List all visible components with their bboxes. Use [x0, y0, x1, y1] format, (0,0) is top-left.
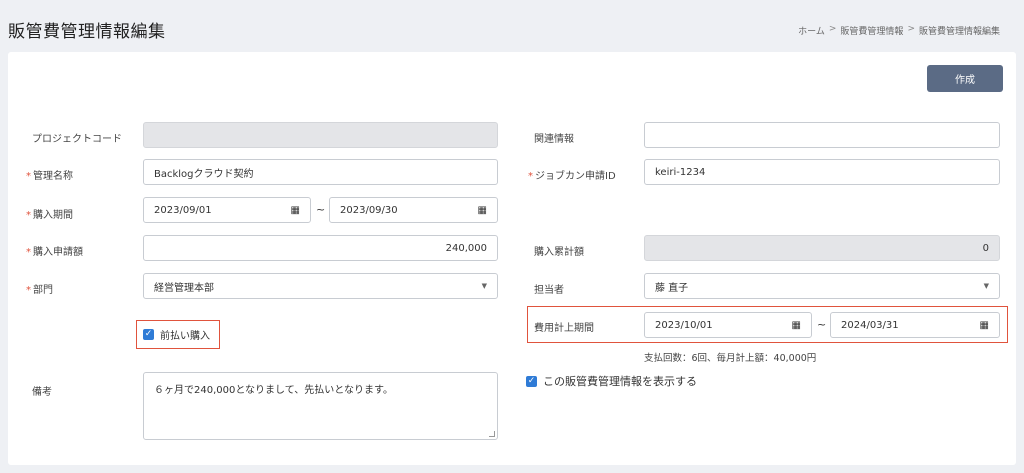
remarks-label: 備考 — [32, 387, 52, 398]
breadcrumb-current: 販管費管理情報編集 — [918, 27, 1000, 37]
breadcrumb-home[interactable]: ホーム — [798, 24, 825, 37]
chevron-down-icon: ▼ — [481, 282, 487, 290]
breadcrumb-list[interactable]: 販管費管理情報 — [840, 24, 903, 37]
purchase-amount-label: * 購入申請額 — [26, 247, 83, 258]
calendar-icon[interactable]: ▦ — [291, 205, 300, 216]
purchase-period-label: * 購入期間 — [26, 210, 73, 221]
period-tilde: ~ — [316, 203, 326, 216]
purchase-start-date-input[interactable]: 2023/09/01 ▦ — [143, 197, 311, 223]
expense-start-date-input[interactable]: 2023/10/01 ▦ — [644, 312, 812, 338]
checkbox-checked-icon[interactable]: ✓ — [526, 375, 537, 387]
show-toggle-checkbox[interactable]: ✓ この販管費管理情報を表示する — [526, 373, 697, 389]
project-code-label: プロジェクトコード — [32, 134, 122, 145]
calendar-icon[interactable]: ▦ — [478, 205, 487, 216]
related-info-label: 関連情報 — [534, 134, 574, 145]
calendar-icon[interactable]: ▦ — [792, 320, 801, 331]
jobcan-id-label: * ジョブカン申請ID — [528, 171, 616, 182]
jobcan-id-input[interactable]: keiri-1234 — [644, 159, 1000, 185]
purchase-amount-input[interactable]: 240,000 — [143, 235, 498, 261]
breadcrumb-separator: > — [907, 24, 915, 34]
period-tilde: ~ — [817, 318, 827, 331]
management-name-label: * 管理名称 — [26, 171, 73, 182]
show-toggle-label: この販管費管理情報を表示する — [543, 375, 697, 388]
purchase-total-label: 購入累計額 — [534, 247, 584, 258]
remarks-text: ６ヶ月で240,000となりまして、先払いとなります。 — [154, 385, 393, 396]
prepaid-checkbox[interactable]: ✓ 前払い購入 — [136, 320, 220, 349]
remarks-textarea[interactable]: ６ヶ月で240,000となりまして、先払いとなります。 — [143, 372, 498, 440]
prepaid-label: 前払い購入 — [160, 331, 210, 342]
page-header: 販管費管理情報編集 ホーム > 販管費管理情報 > 販管費管理情報編集 — [0, 0, 1024, 52]
expense-end-date-input[interactable]: 2024/03/31 ▦ — [830, 312, 1000, 338]
management-name-input[interactable]: Backlogクラウド契約 — [143, 159, 498, 185]
expense-period-label: 費用計上期間 — [534, 323, 594, 334]
page-title: 販管費管理情報編集 — [8, 22, 166, 42]
purchase-total-field: 0 — [644, 235, 1000, 261]
payment-note: 支払回数：6回、毎月計上額：40,000円 — [644, 353, 817, 364]
related-info-input[interactable] — [644, 122, 1000, 148]
breadcrumb: ホーム > 販管費管理情報 > 販管費管理情報編集 — [798, 24, 1000, 37]
department-select[interactable]: 経営管理本部 ▼ — [143, 273, 498, 299]
project-code-field — [143, 122, 498, 148]
person-select[interactable]: 藤 直子 ▼ — [644, 273, 1000, 299]
create-button[interactable]: 作成 — [927, 65, 1003, 92]
purchase-end-date-input[interactable]: 2023/09/30 ▦ — [329, 197, 498, 223]
breadcrumb-separator: > — [828, 24, 837, 34]
resize-handle[interactable] — [489, 431, 495, 437]
department-label: * 部門 — [26, 285, 53, 296]
person-label: 担当者 — [534, 285, 564, 296]
chevron-down-icon: ▼ — [983, 282, 989, 290]
checkbox-checked-icon[interactable]: ✓ — [143, 329, 154, 340]
calendar-icon[interactable]: ▦ — [980, 320, 989, 331]
